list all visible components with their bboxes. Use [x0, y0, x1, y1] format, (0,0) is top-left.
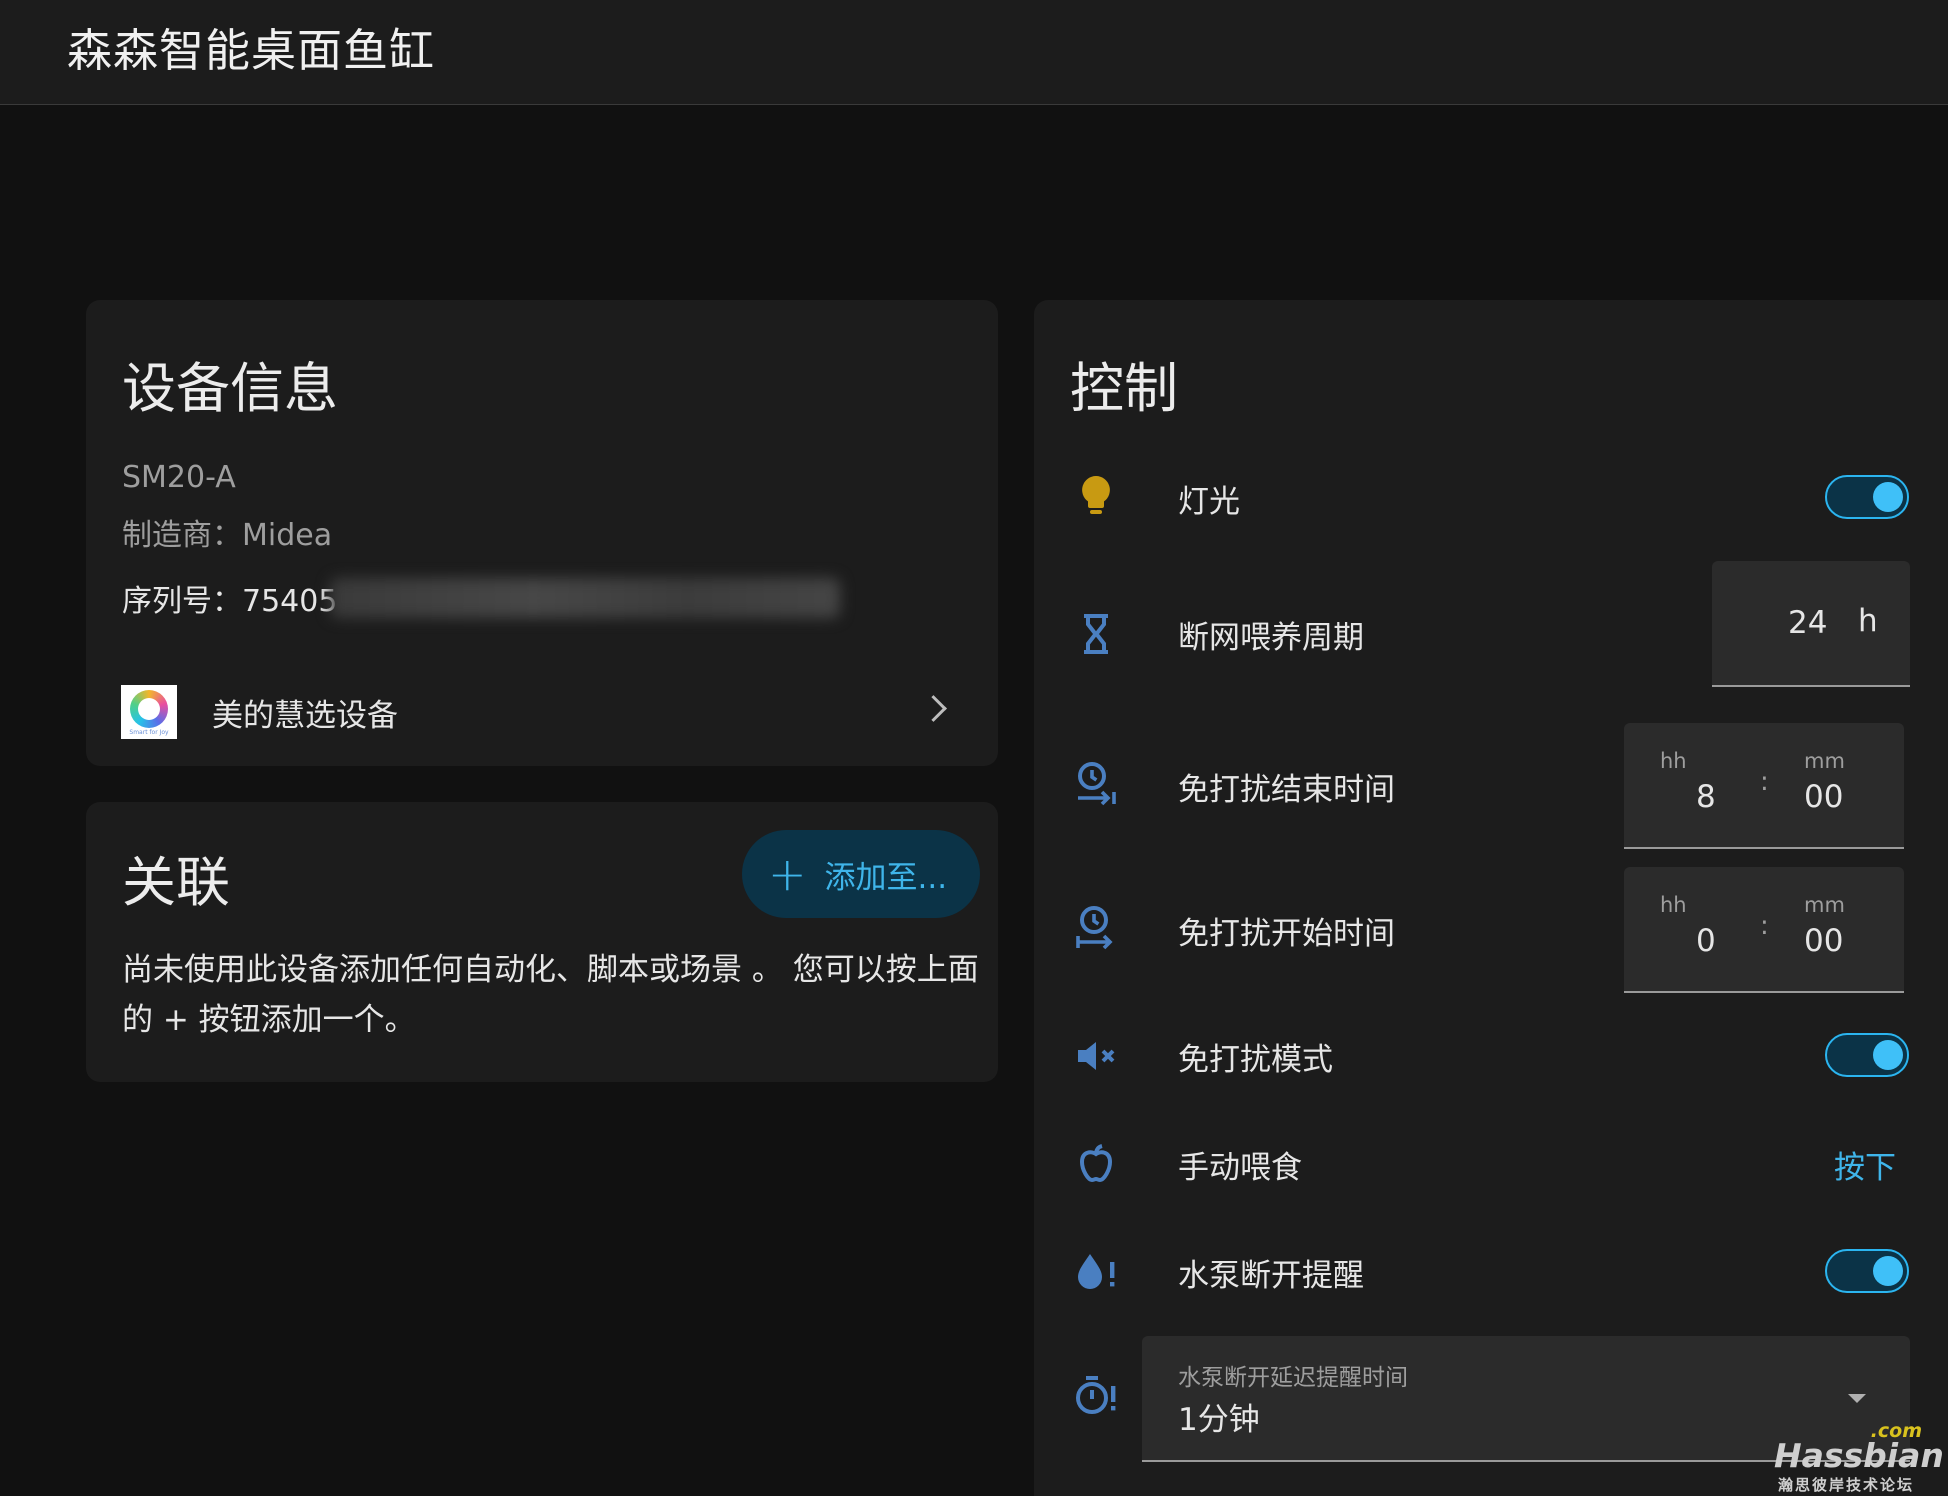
chevron-down-icon	[1848, 1394, 1866, 1403]
add-to-button-label: 添加至...	[824, 859, 948, 896]
volume-off-icon	[1078, 1042, 1115, 1070]
watermark-brand: Hassbian	[1774, 1436, 1944, 1475]
light-toggle[interactable]	[1825, 475, 1909, 519]
dnd-end-separator: :	[1760, 767, 1769, 797]
controls-title: 控制	[1070, 357, 1178, 420]
dnd-start-separator: :	[1760, 911, 1769, 941]
manual-feed-label: 手动喂食	[1178, 1150, 1302, 1186]
dnd-end-time-label: 免打扰结束时间	[1178, 772, 1395, 808]
dnd-end-mm-input[interactable]: 00	[1804, 779, 1843, 815]
pump-delay-value: 1分钟	[1178, 1402, 1260, 1438]
timer-alert-icon	[1076, 1376, 1116, 1414]
dnd-start-time-field: hh 0 : mm 00	[1624, 867, 1904, 993]
clock-end-icon	[1078, 762, 1116, 806]
dnd-end-mm-label: mm	[1804, 749, 1845, 773]
plus-icon: +	[768, 847, 807, 901]
offline-feed-cycle-label: 断网喂养周期	[1178, 620, 1364, 656]
lightbulb-icon	[1082, 476, 1110, 514]
dnd-end-hh-input[interactable]: 8	[1696, 779, 1716, 815]
serial-redaction	[330, 578, 840, 618]
dnd-mode-toggle[interactable]	[1825, 1033, 1909, 1077]
related-empty-text: 尚未使用此设备添加任何自动化、脚本或场景 。 您可以按上面的 + 按钮添加一个。	[122, 952, 979, 1038]
hourglass-icon	[1084, 614, 1108, 654]
add-to-button[interactable]: + 添加至...	[742, 830, 980, 918]
pump-delay-field-label: 水泵断开延迟提醒时间	[1178, 1365, 1408, 1391]
offline-feed-cycle-field[interactable]: 24 h	[1712, 561, 1910, 687]
watermark-subtitle: 瀚思彼岸技术论坛	[1778, 1476, 1915, 1494]
apple-icon	[1079, 1144, 1113, 1183]
device-manufacturer: 制造商：Midea	[122, 518, 333, 553]
related-title: 关联	[122, 851, 230, 914]
dnd-end-time-field: hh 8 : mm 00	[1624, 723, 1904, 849]
dnd-mode-label: 免打扰模式	[1178, 1042, 1333, 1078]
dnd-start-hh-label: hh	[1660, 893, 1687, 917]
device-serial: 序列号：75405	[122, 584, 338, 619]
logo-tagline: Smart for Joy	[129, 729, 169, 736]
page-title: 森森智能桌面鱼缸	[67, 24, 436, 77]
integration-name: 美的慧选设备	[212, 698, 398, 734]
offline-feed-cycle-unit: h	[1858, 603, 1878, 639]
manual-feed-press-button[interactable]: 按下	[1834, 1142, 1896, 1187]
dnd-start-mm-label: mm	[1804, 893, 1845, 917]
device-info-title: 设备信息	[122, 357, 338, 420]
pump-off-alert-toggle[interactable]	[1825, 1249, 1909, 1293]
device-model: SM20-A	[122, 460, 236, 495]
light-label: 灯光	[1178, 484, 1240, 520]
dnd-start-hh-input[interactable]: 0	[1696, 923, 1716, 959]
water-alert-icon	[1078, 1254, 1115, 1289]
midea-brand-logo: Smart for Joy	[121, 685, 177, 739]
clock-start-icon	[1076, 906, 1113, 950]
offline-feed-cycle-value: 24	[1788, 605, 1828, 641]
dnd-start-time-label: 免打扰开始时间	[1178, 916, 1395, 952]
top-app-bar: 森森智能桌面鱼缸	[0, 0, 1948, 105]
dnd-end-hh-label: hh	[1660, 749, 1687, 773]
pump-off-alert-label: 水泵断开提醒	[1178, 1258, 1364, 1294]
hassbian-watermark: .com Hassbian 瀚思彼岸技术论坛	[1772, 1420, 1948, 1496]
dnd-start-mm-input[interactable]: 00	[1804, 923, 1843, 959]
